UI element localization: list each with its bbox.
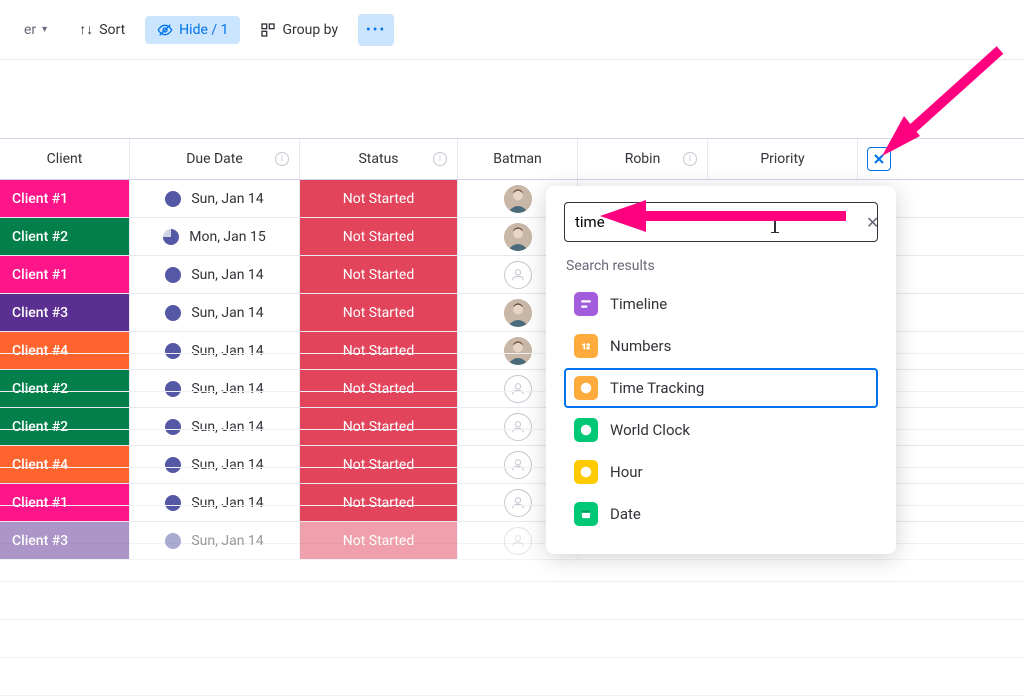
result-label: Hour <box>610 463 643 481</box>
result-label: Date <box>610 505 641 523</box>
sort-button[interactable]: ↑↓ Sort <box>67 15 137 44</box>
group-by-button[interactable]: Group by <box>248 16 350 44</box>
sort-icon: ↑↓ <box>79 21 93 38</box>
text-cursor-icon <box>774 212 776 232</box>
search-input[interactable] <box>575 213 774 231</box>
more-options-button[interactable]: ••• <box>358 14 394 46</box>
dots-icon: ••• <box>366 22 386 38</box>
add-column-close-button[interactable] <box>867 147 891 171</box>
column-type-popup: ✕ Search results Timeline 12 Numbers Tim… <box>546 186 896 554</box>
info-icon[interactable]: i <box>433 152 447 166</box>
globe-icon <box>574 418 598 442</box>
result-label: World Clock <box>610 421 690 439</box>
client-cell[interactable]: Client #2 <box>0 218 130 255</box>
add-column-cell <box>858 139 900 179</box>
info-icon[interactable]: i <box>683 152 697 166</box>
filter-label: er <box>24 22 36 38</box>
client-cell[interactable]: Client #1 <box>0 180 130 217</box>
result-label: Time Tracking <box>610 379 704 397</box>
results-heading: Search results <box>566 258 878 274</box>
eye-off-icon <box>157 22 173 38</box>
numbers-icon: 12 <box>574 334 598 358</box>
column-header-client[interactable]: Client <box>0 139 130 179</box>
column-header-status[interactable]: Statusi <box>300 139 458 179</box>
column-header-batman[interactable]: Batman <box>458 139 578 179</box>
client-cell[interactable]: Client #1 <box>0 256 130 293</box>
sort-label: Sort <box>99 22 125 38</box>
status-cell[interactable]: Not Started <box>300 218 458 255</box>
result-label: Timeline <box>610 295 667 313</box>
hide-label: Hide / 1 <box>179 22 228 38</box>
timeline-dot-icon <box>165 533 181 549</box>
timeline-icon <box>574 292 598 316</box>
timeline-dot-icon <box>165 191 181 207</box>
group-icon <box>260 22 276 38</box>
result-item-date[interactable]: Date <box>564 494 878 534</box>
result-item-time-tracking[interactable]: Time Tracking <box>564 368 878 408</box>
info-icon[interactable]: i <box>275 152 289 166</box>
due-date-cell[interactable]: Mon, Jan 15 <box>130 218 300 255</box>
calendar-icon <box>574 502 598 526</box>
column-header-robin[interactable]: Robini <box>578 139 708 179</box>
group-label: Group by <box>282 22 338 38</box>
result-item-hour[interactable]: Hour <box>564 452 878 492</box>
avatar <box>504 223 532 251</box>
due-date-text: Sun, Jan 14 <box>191 533 263 549</box>
due-date-cell[interactable]: Sun, Jan 14 <box>130 180 300 217</box>
due-date-text: Mon, Jan 15 <box>189 229 265 245</box>
status-cell[interactable]: Not Started <box>300 180 458 217</box>
client-cell[interactable]: Client #3 <box>0 522 130 559</box>
close-icon <box>873 153 885 165</box>
result-label: Numbers <box>610 337 671 355</box>
hide-button[interactable]: Hide / 1 <box>145 16 240 44</box>
column-header-due-date[interactable]: Due Datei <box>130 139 300 179</box>
filter-dropdown-truncated[interactable]: er ▾ <box>12 16 59 44</box>
avatar-empty-icon <box>504 261 532 289</box>
chevron-down-icon: ▾ <box>42 24 47 35</box>
due-date-cell[interactable]: Sun, Jan 14 <box>130 256 300 293</box>
svg-text:12: 12 <box>582 343 590 351</box>
result-item-world-clock[interactable]: World Clock <box>564 410 878 450</box>
clock-icon <box>574 376 598 400</box>
timeline-dot-icon <box>165 267 181 283</box>
toolbar: er ▾ ↑↓ Sort Hide / 1 Group by ••• <box>0 0 1024 60</box>
timeline-dot-icon <box>163 229 179 245</box>
result-item-numbers[interactable]: 12 Numbers <box>564 326 878 366</box>
avatar <box>504 185 532 213</box>
search-box[interactable]: ✕ <box>564 202 878 242</box>
result-item-timeline[interactable]: Timeline <box>564 284 878 324</box>
status-cell[interactable]: Not Started <box>300 522 458 559</box>
status-cell[interactable]: Not Started <box>300 256 458 293</box>
due-date-text: Sun, Jan 14 <box>191 191 263 207</box>
clear-search-button[interactable]: ✕ <box>866 213 879 232</box>
results-list: Timeline 12 Numbers Time Tracking World … <box>564 284 878 534</box>
column-header-priority[interactable]: Priority <box>708 139 858 179</box>
due-date-cell[interactable]: Sun, Jan 14 <box>130 522 300 559</box>
table-header: Client Due Datei Statusi Batman Robini P… <box>0 138 1024 180</box>
hour-icon <box>574 460 598 484</box>
due-date-text: Sun, Jan 14 <box>191 267 263 283</box>
avatar-empty-icon <box>504 527 532 555</box>
